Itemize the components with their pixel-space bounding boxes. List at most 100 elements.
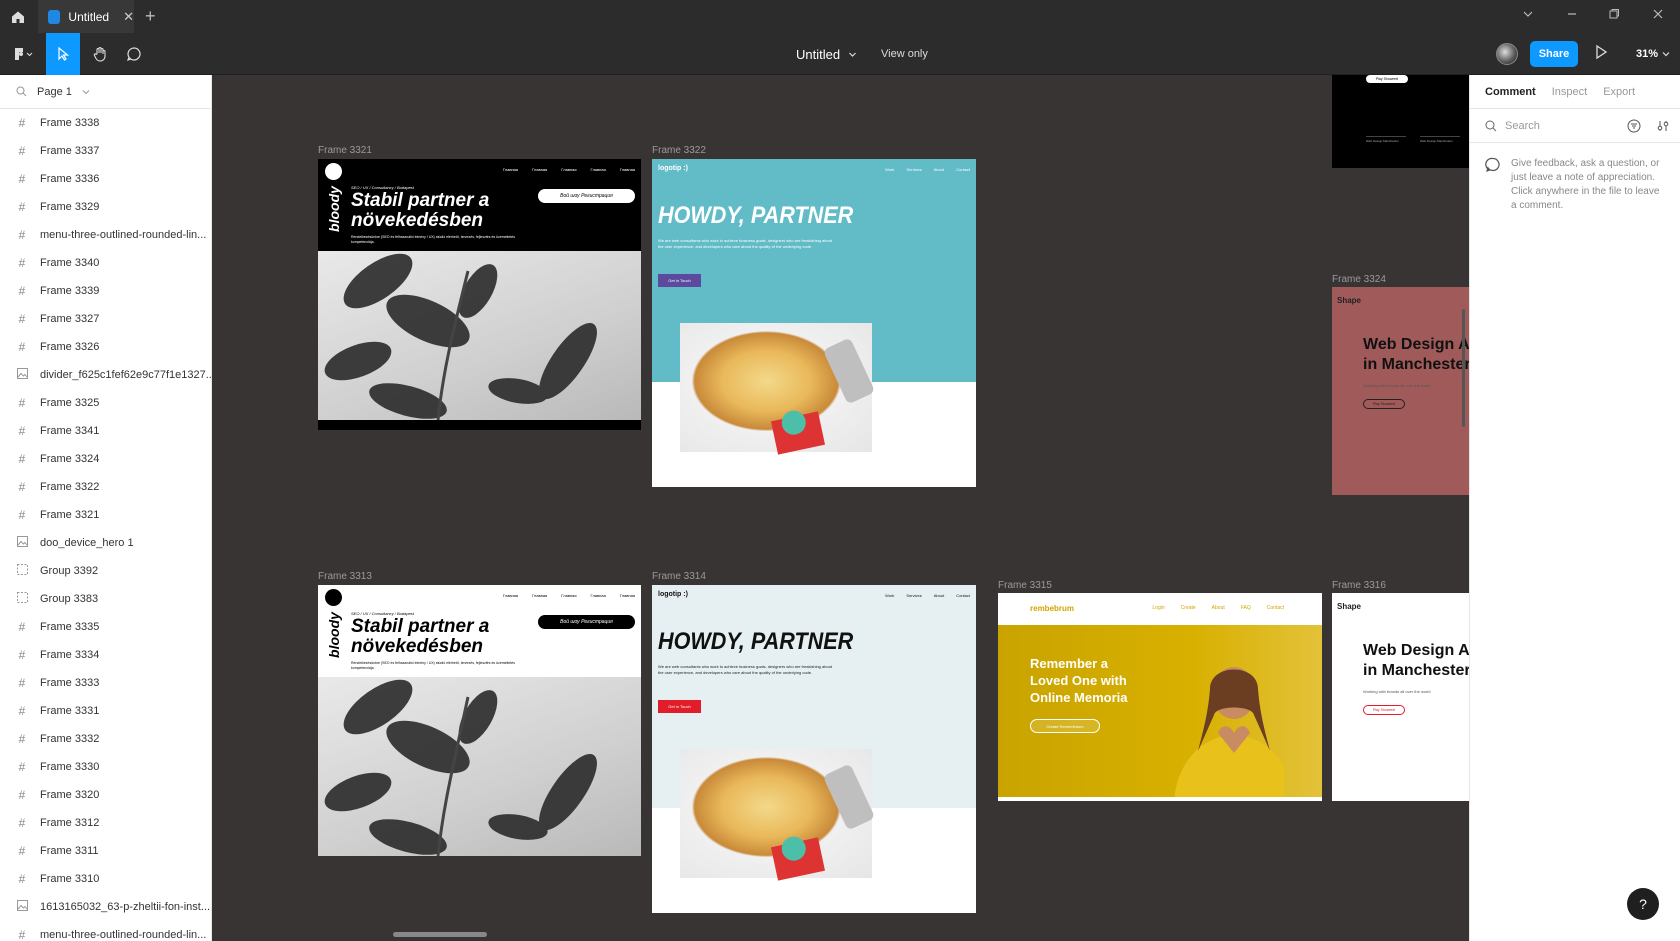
nav-item: Главная — [561, 593, 577, 598]
nav-item: Contact — [956, 593, 970, 598]
share-button[interactable]: Share — [1530, 41, 1578, 67]
layer-label: Frame 3341 — [40, 425, 100, 437]
design-canvas[interactable]: Frame 3321 bloody Главная Главная Главна… — [212, 75, 1469, 941]
close-tab-icon[interactable]: ✕ — [123, 9, 134, 25]
layer-item[interactable]: Group 3392 — [0, 557, 211, 585]
tab-comment[interactable]: Comment — [1485, 86, 1536, 98]
new-tab-button[interactable]: + — [145, 6, 156, 27]
howdy-nav: Work Services About Contact — [885, 167, 970, 172]
layer-item[interactable]: divider_f625c1fef62e9c77f1e1327... — [0, 361, 211, 389]
frame-label-3316[interactable]: Frame 3316 — [1332, 580, 1386, 591]
frame-icon: # — [18, 228, 26, 242]
layer-item[interactable]: # Frame 3327 — [0, 305, 211, 333]
hand-tool-button[interactable] — [84, 33, 116, 75]
frame-3324[interactable]: Shape Web Design A in Manchester Working … — [1332, 287, 1469, 495]
search-icon — [1485, 120, 1497, 131]
layer-item[interactable]: # Frame 3336 — [0, 165, 211, 193]
frame-label-3322[interactable]: Frame 3322 — [652, 145, 706, 156]
present-play-icon[interactable] — [1594, 44, 1608, 65]
frame-3313[interactable]: bloody Главная Главная Главная Главная Г… — [318, 585, 641, 856]
frame-icon: # — [18, 340, 26, 354]
play-showreel-button: Play Showreel — [1366, 75, 1408, 83]
help-button[interactable]: ? — [1627, 888, 1659, 920]
canvas-horizontal-scrollbar[interactable] — [393, 932, 487, 937]
zoom-level: 31% — [1636, 48, 1659, 60]
layer-item[interactable]: # Frame 3329 — [0, 193, 211, 221]
home-icon[interactable] — [8, 7, 28, 27]
nav-item: FAQ — [1240, 605, 1251, 611]
tab-inspect[interactable]: Inspect — [1552, 86, 1587, 98]
layer-item[interactable]: # Frame 3324 — [0, 445, 211, 473]
group-icon — [16, 592, 28, 606]
layer-item[interactable]: 1613165032_63-p-zheltii-fon-inst... — [0, 893, 211, 921]
layer-item[interactable]: # menu-three-outlined-rounded-lin... — [0, 921, 211, 941]
layer-item[interactable]: # Frame 3339 — [0, 277, 211, 305]
file-tab[interactable]: Untitled ✕ — [38, 0, 134, 33]
layer-item[interactable]: # Frame 3322 — [0, 473, 211, 501]
pointer-icon — [58, 47, 70, 61]
layer-label: Frame 3325 — [40, 397, 100, 409]
zoom-dropdown[interactable]: 31% — [1636, 33, 1670, 75]
layer-label: Frame 3310 — [40, 873, 100, 885]
shape-logo: Shape — [1337, 602, 1362, 611]
layer-item[interactable]: Group 3383 — [0, 585, 211, 613]
shape-logo: Shape — [1337, 296, 1362, 305]
move-tool-button[interactable] — [46, 33, 80, 75]
file-title-dropdown[interactable]: Untitled — [796, 33, 857, 75]
frame-label-3314[interactable]: Frame 3314 — [652, 571, 706, 582]
sort-settings-icon[interactable] — [1656, 119, 1670, 133]
minimize-icon[interactable] — [1566, 8, 1578, 23]
layer-item[interactable]: # Frame 3333 — [0, 669, 211, 697]
user-avatar[interactable] — [1496, 43, 1518, 65]
layer-item[interactable]: # Frame 3341 — [0, 417, 211, 445]
frame-3315[interactable]: rembebrum Login Create About FAQ Contact… — [998, 593, 1322, 801]
layer-item[interactable]: # Frame 3325 — [0, 389, 211, 417]
layer-item[interactable]: doo_device_hero 1 — [0, 529, 211, 557]
page-selector[interactable]: Page 1 — [0, 75, 211, 109]
layer-item[interactable]: # Frame 3321 — [0, 501, 211, 529]
frame-label-3313[interactable]: Frame 3313 — [318, 571, 372, 582]
pizza-image — [680, 749, 876, 881]
tab-export[interactable]: Export — [1603, 86, 1635, 98]
frame-top-right-partial[interactable]: Play Showreel Web Design Manchester Web … — [1332, 75, 1469, 168]
frame-icon: # — [18, 872, 26, 886]
layer-item[interactable]: # Frame 3312 — [0, 809, 211, 837]
frame-icon: # — [18, 480, 26, 494]
panel-tabs: Comment Inspect Export — [1470, 75, 1680, 109]
comment-tool-button[interactable] — [118, 33, 150, 75]
frame-icon: # — [18, 452, 26, 466]
layer-item[interactable]: # menu-three-outlined-rounded-lin... — [0, 221, 211, 249]
frame-icon: # — [18, 396, 26, 410]
chevron-down-icon[interactable] — [1522, 8, 1534, 23]
main-menu-button[interactable] — [8, 33, 40, 75]
close-window-icon[interactable] — [1652, 8, 1664, 23]
layer-item[interactable]: # Frame 3334 — [0, 641, 211, 669]
shape-cta: Play Showreel — [1363, 399, 1405, 409]
frame-3321[interactable]: bloody Главная Главная Главная Главная Г… — [318, 159, 641, 430]
layer-item[interactable]: # Frame 3311 — [0, 837, 211, 865]
layer-item[interactable]: # Frame 3310 — [0, 865, 211, 893]
layer-item[interactable]: # Frame 3335 — [0, 613, 211, 641]
layer-item[interactable]: # Frame 3338 — [0, 109, 211, 137]
nav-item: Contact — [956, 167, 970, 172]
frame-label-3315[interactable]: Frame 3315 — [998, 580, 1052, 591]
layer-item[interactable]: # Frame 3340 — [0, 249, 211, 277]
frame-3316[interactable]: Shape Web Design A in Manchester Working … — [1332, 593, 1469, 801]
frame-label-3321[interactable]: Frame 3321 — [318, 145, 372, 156]
restore-icon[interactable] — [1608, 8, 1620, 23]
layer-item[interactable]: # Frame 3320 — [0, 781, 211, 809]
layer-item[interactable]: # Frame 3330 — [0, 753, 211, 781]
frame-label-3324[interactable]: Frame 3324 — [1332, 274, 1386, 285]
frame-3322[interactable]: logotip :) Work Services About Contact H… — [652, 159, 976, 487]
layer-item[interactable]: # Frame 3337 — [0, 137, 211, 165]
title-line: Web Design A — [1363, 336, 1469, 353]
layer-item[interactable]: # Frame 3326 — [0, 333, 211, 361]
layer-item[interactable]: # Frame 3332 — [0, 725, 211, 753]
logo-circle — [325, 589, 342, 606]
filter-icon[interactable] — [1627, 119, 1641, 133]
layer-item[interactable]: # Frame 3331 — [0, 697, 211, 725]
brand-bloody: bloody — [325, 612, 342, 658]
title-line: Loved One with — [1030, 673, 1127, 688]
comment-search[interactable]: Search — [1470, 109, 1680, 143]
frame-3314[interactable]: logotip :) Work Services About Contact H… — [652, 585, 976, 913]
